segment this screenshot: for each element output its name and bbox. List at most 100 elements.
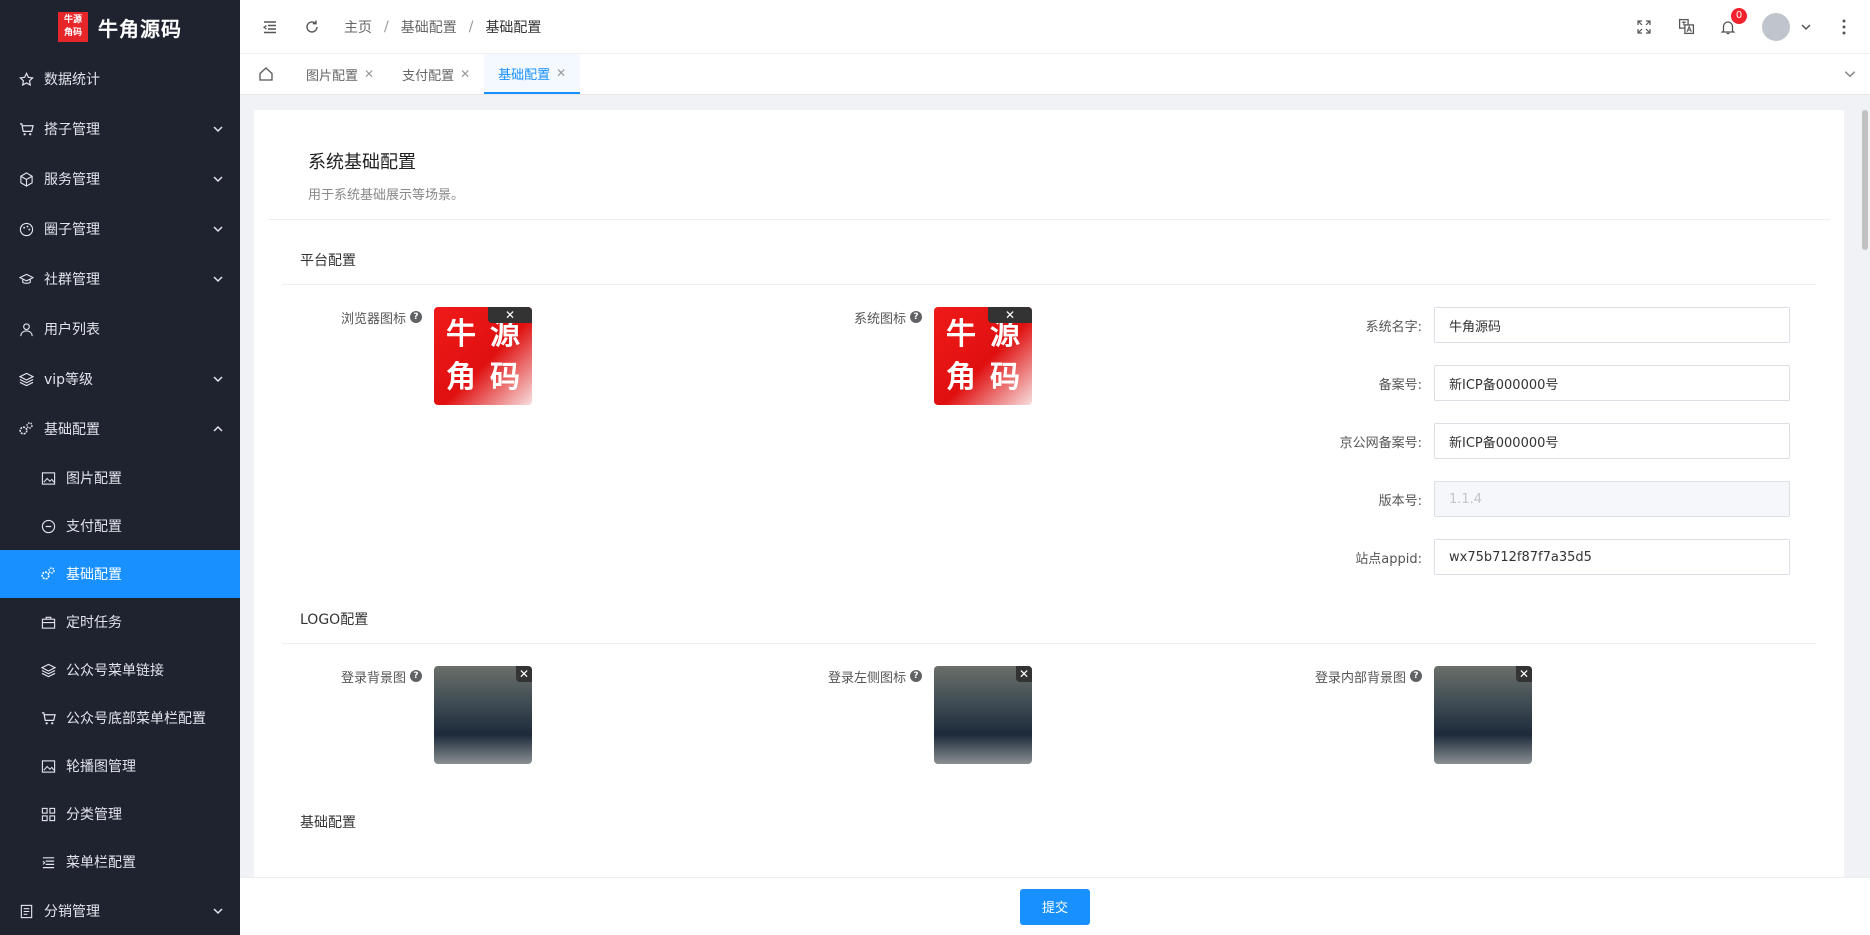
logo-char: 码 xyxy=(490,359,520,395)
help-icon[interactable]: ? xyxy=(410,670,422,682)
login-bg-image[interactable]: ✕ xyxy=(434,666,532,764)
collapse-menu-icon[interactable] xyxy=(260,17,280,37)
sidebar-item-service[interactable]: 服务管理 xyxy=(0,154,240,204)
scrollbar[interactable] xyxy=(1862,110,1868,250)
sidebar-subitem-scheduled-tasks[interactable]: 定时任务 xyxy=(0,598,240,646)
sidebar-item-label: 支付配置 xyxy=(66,519,122,535)
close-icon[interactable]: ✕ xyxy=(488,307,532,323)
gears-icon xyxy=(18,421,34,437)
more-vertical-icon[interactable] xyxy=(1838,17,1850,37)
field-label: 系统名字: xyxy=(1365,319,1422,335)
sidebar: 牛 源 角 码 牛角源码 数据统计 搭子管理 服务管理 圈子管理 社群管理 用户… xyxy=(0,0,240,935)
tab-payment-config[interactable]: 支付配置 ✕ xyxy=(388,54,484,94)
sidebar-item-basic-config[interactable]: 基础配置 xyxy=(0,404,240,454)
sidebar-subitem-carousel[interactable]: 轮播图管理 xyxy=(0,742,240,790)
translate-icon[interactable] xyxy=(1676,17,1696,37)
close-icon[interactable]: ✕ xyxy=(364,67,374,81)
sidebar-item-circle[interactable]: 圈子管理 xyxy=(0,204,240,254)
section-title: 平台配置 xyxy=(282,220,1816,285)
sidebar-subitem-payment-config[interactable]: 支付配置 xyxy=(0,502,240,550)
sidebar-item-users[interactable]: 用户列表 xyxy=(0,304,240,354)
sidebar-subitem-basic-config[interactable]: 基础配置 xyxy=(0,550,240,598)
close-icon[interactable]: ✕ xyxy=(556,66,566,80)
login-left-icon-image[interactable]: ✕ xyxy=(934,666,1032,764)
logo-icon: 牛 源 角 码 xyxy=(58,12,88,42)
page-tabs: 图片配置 ✕ 支付配置 ✕ 基础配置 ✕ xyxy=(240,54,1870,95)
help-icon[interactable]: ? xyxy=(410,311,422,323)
sidebar-item-distribution[interactable]: 分销管理 xyxy=(0,886,240,935)
police-record-input[interactable]: 新ICP备000000号 xyxy=(1434,423,1790,459)
site-appid-input[interactable]: wx75b712f87f7a35d5 xyxy=(1434,539,1790,575)
login-inner-bg-image[interactable]: ✕ xyxy=(1434,666,1532,764)
close-icon[interactable]: ✕ xyxy=(460,67,470,81)
breadcrumb-current: 基础配置 xyxy=(485,19,542,36)
section-title: 基础配置 xyxy=(300,815,356,831)
chevron-down-icon xyxy=(213,276,223,283)
layers-icon xyxy=(40,662,56,678)
tab-image-config[interactable]: 图片配置 ✕ xyxy=(292,54,388,94)
sidebar-subitem-menubar-config[interactable]: 菜单栏配置 xyxy=(0,838,240,886)
sidebar-item-label: 基础配置 xyxy=(66,567,122,583)
logo-char: 码 xyxy=(73,28,83,38)
refresh-icon[interactable] xyxy=(302,17,322,37)
logo-char: 码 xyxy=(990,359,1020,395)
form-footer: 提交 xyxy=(240,877,1870,935)
field-label: 登录背景图 ? xyxy=(282,666,422,686)
sidebar-item-vip[interactable]: vip等级 xyxy=(0,354,240,404)
fullscreen-icon[interactable] xyxy=(1634,17,1654,37)
help-icon[interactable]: ? xyxy=(910,311,922,323)
header-actions: 0 xyxy=(1612,7,1850,41)
close-icon[interactable]: ✕ xyxy=(988,307,1032,323)
close-icon[interactable]: ✕ xyxy=(1516,666,1532,682)
help-icon[interactable]: ? xyxy=(910,670,922,682)
sidebar-item-label: 定时任务 xyxy=(66,615,122,631)
bell-icon[interactable]: 0 xyxy=(1718,7,1747,37)
sidebar-item-label: 数据统计 xyxy=(44,72,100,88)
sidebar-item-partner[interactable]: 搭子管理 xyxy=(0,104,240,154)
sidebar-item-stats[interactable]: 数据统计 xyxy=(0,54,240,104)
sidebar-item-label: 轮播图管理 xyxy=(66,759,136,775)
image-icon xyxy=(40,758,56,774)
breadcrumb-item[interactable]: 基础配置 xyxy=(401,17,457,37)
grid-icon xyxy=(40,806,56,822)
page-title: 系统基础配置 xyxy=(308,152,416,173)
briefcase-icon xyxy=(40,614,56,630)
palette-icon xyxy=(18,221,34,237)
sidebar-item-label: 服务管理 xyxy=(44,172,100,188)
sidebar-item-label: 公众号菜单链接 xyxy=(66,663,164,679)
chevron-down-icon[interactable] xyxy=(1800,21,1812,33)
notification-badge: 0 xyxy=(1731,7,1747,24)
tabs-dropdown-icon[interactable] xyxy=(1830,54,1870,94)
breadcrumb-home[interactable]: 主页 xyxy=(344,17,372,37)
field-label: 登录左侧图标 ? xyxy=(782,666,922,686)
sidebar-subitem-category[interactable]: 分类管理 xyxy=(0,790,240,838)
submit-button[interactable]: 提交 xyxy=(1020,888,1090,925)
sidebar-subitem-image-config[interactable]: 图片配置 xyxy=(0,454,240,502)
image-icon xyxy=(40,470,56,486)
logo-char: 牛 xyxy=(63,15,73,25)
logo[interactable]: 牛 源 角 码 牛角源码 xyxy=(0,0,240,54)
close-icon[interactable]: ✕ xyxy=(1016,666,1032,682)
logo-char: 角 xyxy=(63,28,73,38)
avatar[interactable] xyxy=(1762,12,1790,41)
sidebar-item-community[interactable]: 社群管理 xyxy=(0,254,240,304)
chevron-down-icon xyxy=(213,376,223,383)
home-tab-icon[interactable] xyxy=(240,54,292,94)
browser-icon-image[interactable]: 牛源角码 ✕ xyxy=(434,307,532,405)
system-name-input[interactable]: 牛角源码 xyxy=(1434,307,1790,343)
login-inner-bg-field: 登录内部背景图 ? ✕ xyxy=(1282,666,1532,764)
sidebar-subitem-mp-bottom-menu[interactable]: 公众号底部菜单栏配置 xyxy=(0,694,240,742)
system-icon-image[interactable]: 牛源角码 ✕ xyxy=(934,307,1032,405)
cart-icon xyxy=(40,710,56,726)
tab-label: 基础配置 xyxy=(498,67,551,83)
icp-input[interactable]: 新ICP备000000号 xyxy=(1434,365,1790,401)
breadcrumb: 主页 / 基础配置 / 基础配置 xyxy=(344,17,541,37)
sidebar-subitem-mp-menu-links[interactable]: 公众号菜单链接 xyxy=(0,646,240,694)
chevron-down-icon xyxy=(213,908,223,915)
help-icon[interactable]: ? xyxy=(1410,670,1422,682)
close-icon[interactable]: ✕ xyxy=(516,666,532,682)
tab-label: 图片配置 xyxy=(306,68,359,84)
user-icon xyxy=(18,321,34,337)
tab-basic-config[interactable]: 基础配置 ✕ xyxy=(484,54,581,94)
breadcrumb-separator: / xyxy=(384,18,389,35)
